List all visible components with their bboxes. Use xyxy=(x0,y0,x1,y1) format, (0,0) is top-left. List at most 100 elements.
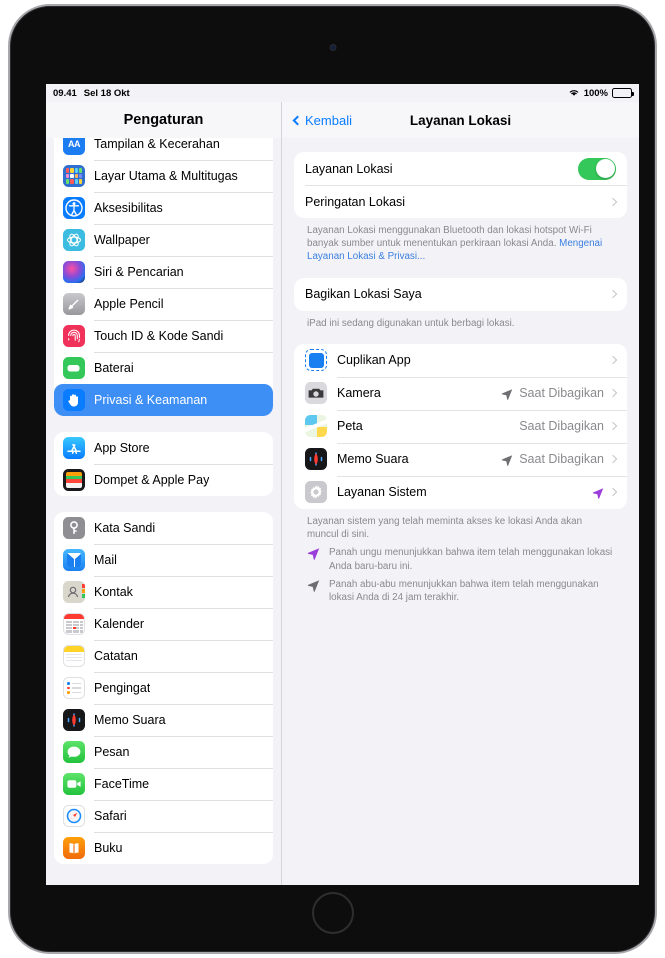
sidebar-item-label: Kata Sandi xyxy=(94,521,156,535)
location-arrow-gray-icon xyxy=(307,579,320,592)
sidebar-item-label: Apple Pencil xyxy=(94,297,164,311)
sidebar-item-label: Buku xyxy=(94,841,123,855)
app-store-icon xyxy=(63,437,85,459)
sidebar-item-siri-pencarian[interactable]: Siri & Pencarian xyxy=(54,256,273,288)
wallpaper-icon xyxy=(63,229,85,251)
chevron-right-icon xyxy=(608,455,618,464)
sidebar-item-safari[interactable]: Safari xyxy=(54,800,273,832)
location-arrow-gray-icon xyxy=(501,387,513,401)
back-button-label: Kembali xyxy=(305,112,352,128)
app-location-row-cuplikan-app[interactable]: Cuplikan App xyxy=(294,344,627,377)
chevron-right-icon xyxy=(608,356,618,365)
sidebar-title: Pengaturan xyxy=(46,102,281,138)
sidebar-item-mail[interactable]: Mail xyxy=(54,544,273,576)
sidebar-item-label: Mail xyxy=(94,553,117,567)
location-services-label: Layanan Lokasi xyxy=(305,161,393,176)
legend-item-gray: Panah abu-abu menunjukkan bahwa item tel… xyxy=(294,573,627,604)
settings-sidebar: Pengaturan AA Tampilan & Kecerahan Layar U… xyxy=(46,102,282,885)
voice-memos-icon xyxy=(305,448,327,471)
sidebar-item-catatan[interactable]: Catatan xyxy=(54,640,273,672)
app-location-row-peta[interactable]: Peta Saat Dibagikan xyxy=(294,409,627,443)
sidebar-item-label: Memo Suara xyxy=(94,713,166,727)
sidebar-item-tampilan-kecerahan[interactable]: AA Tampilan & Kecerahan xyxy=(54,138,273,160)
sidebar-item-label: Aksesibilitas xyxy=(94,201,163,215)
sidebar-item-layar-utama-multitugas[interactable]: Layar Utama & Multitugas xyxy=(54,160,273,192)
ipad-screen: 09.41 Sel 18 Okt 100% Pengaturan AA Tamp… xyxy=(46,84,639,885)
share-my-location-label: Bagikan Lokasi Saya xyxy=(305,287,422,302)
location-services-footnote: Layanan Lokasi menggunakan Bluetooth dan… xyxy=(294,218,627,264)
facetime-icon xyxy=(63,773,85,795)
sidebar-item-app-store[interactable]: App Store xyxy=(54,432,273,464)
status-date: Sel 18 Okt xyxy=(83,87,130,99)
sidebar-item-memo-suara[interactable]: Memo Suara xyxy=(54,704,273,736)
location-services-card: Layanan Lokasi Peringatan Lokasi xyxy=(294,152,627,218)
toggle-knob xyxy=(595,159,615,178)
sidebar-item-label: Baterai xyxy=(94,361,134,375)
detail-nav-bar: Kembali Layanan Lokasi xyxy=(282,102,639,138)
sidebar-item-label: Safari xyxy=(94,809,127,823)
legend-item-purple: Panah ungu menunjukkan bahwa item telah … xyxy=(294,541,627,572)
chevron-right-icon xyxy=(608,488,618,497)
sidebar-item-label: Layar Utama & Multitugas xyxy=(94,169,238,183)
split-view: Pengaturan AA Tampilan & Kecerahan Layar U… xyxy=(46,102,639,885)
battery-icon xyxy=(63,357,85,379)
mail-icon xyxy=(63,549,85,571)
sidebar-item-facetime[interactable]: FaceTime xyxy=(54,768,273,800)
location-alerts-label: Peringatan Lokasi xyxy=(305,194,406,209)
sidebar-item-label: Pengingat xyxy=(94,681,151,695)
maps-icon xyxy=(305,415,327,438)
camera-icon xyxy=(305,382,327,405)
system-services-footnote: Layanan sistem yang telah meminta akses … xyxy=(307,515,583,541)
location-services-toggle-row[interactable]: Layanan Lokasi xyxy=(294,152,627,185)
sidebar-item-pengingat[interactable]: Pengingat xyxy=(54,672,273,704)
app-row-right: Saat Dibagikan xyxy=(519,419,618,433)
status-time: 09.41 xyxy=(53,87,77,99)
share-my-location-row[interactable]: Bagikan Lokasi Saya xyxy=(294,278,627,311)
sidebar-group-1: App Store Dompet & Apple Pay xyxy=(54,432,273,496)
footnote-text: Layanan Lokasi menggunakan Bluetooth dan… xyxy=(307,225,592,250)
sidebar-item-dompet-apple-pay[interactable]: Dompet & Apple Pay xyxy=(54,464,273,496)
sidebar-item-baterai[interactable]: Baterai xyxy=(54,352,273,384)
share-location-footnote: iPad ini sedang digunakan untuk berbagi … xyxy=(307,317,515,329)
app-name-label: Kamera xyxy=(337,386,381,401)
legend-text: Panah ungu menunjukkan bahwa item telah … xyxy=(329,547,613,572)
sidebar-item-label: Pesan xyxy=(94,745,130,759)
arrow-legend: Panah ungu menunjukkan bahwa item telah … xyxy=(294,541,627,604)
sidebar-item-kontak[interactable]: Kontak xyxy=(54,576,273,608)
sidebar-item-touch-id-kode-sandi[interactable]: Touch ID & Kode Sandi xyxy=(54,320,273,352)
location-alerts-row[interactable]: Peringatan Lokasi xyxy=(294,185,627,218)
location-services-toggle[interactable] xyxy=(578,157,616,180)
system-services-gear-icon xyxy=(305,481,327,504)
home-screen-multitasking-icon xyxy=(63,165,85,187)
detail-scroll-area[interactable]: Layanan Lokasi Peringatan Lokasi Layanan… xyxy=(282,138,639,885)
sidebar-item-wallpaper[interactable]: Wallpaper xyxy=(54,224,273,256)
siri-search-icon xyxy=(63,261,85,283)
app-name-label: Cuplikan App xyxy=(337,353,411,368)
back-button[interactable]: Kembali xyxy=(292,112,352,128)
sidebar-item-label: Tampilan & Kecerahan xyxy=(94,138,220,151)
chevron-left-icon xyxy=(292,115,303,125)
app-location-row-kamera[interactable]: Kamera Saat Dibagikan xyxy=(294,376,627,410)
home-button[interactable] xyxy=(311,892,354,934)
sidebar-item-kalender[interactable]: Kalender xyxy=(54,608,273,640)
apps-location-card: Cuplikan App Kamera Saat Dibagikan Peta Saat… xyxy=(294,343,627,509)
accessibility-icon xyxy=(63,197,85,219)
sidebar-item-apple-pencil[interactable]: Apple Pencil xyxy=(54,288,273,320)
privacy-hand-icon xyxy=(63,389,85,411)
app-row-right xyxy=(592,486,618,500)
app-location-row-memo-suara[interactable]: Memo Suara Saat Dibagikan xyxy=(294,442,627,476)
calendar-icon xyxy=(63,613,85,635)
sidebar-item-aksesibilitas[interactable]: Aksesibilitas xyxy=(54,192,273,224)
sidebar-item-privasi-keamanan[interactable]: Privasi & Keamanan xyxy=(54,384,273,416)
battery-percent-label: 100% xyxy=(583,87,608,99)
share-location-card: Bagikan Lokasi Saya xyxy=(294,277,627,311)
apple-pencil-icon xyxy=(63,293,85,315)
sidebar-item-buku[interactable]: Buku xyxy=(54,832,273,864)
sidebar-item-kata-sandi[interactable]: Kata Sandi xyxy=(54,512,273,544)
reminders-icon xyxy=(63,677,85,699)
sidebar-item-pesan[interactable]: Pesan xyxy=(54,736,273,768)
sidebar-scroll-area[interactable]: AA Tampilan & Kecerahan Layar Utama & Mult… xyxy=(46,138,281,885)
sidebar-item-label: Siri & Pencarian xyxy=(94,265,184,279)
app-row-right: Saat Dibagikan xyxy=(501,452,618,466)
app-location-row-layanan-sistem[interactable]: Layanan Sistem xyxy=(294,475,627,509)
